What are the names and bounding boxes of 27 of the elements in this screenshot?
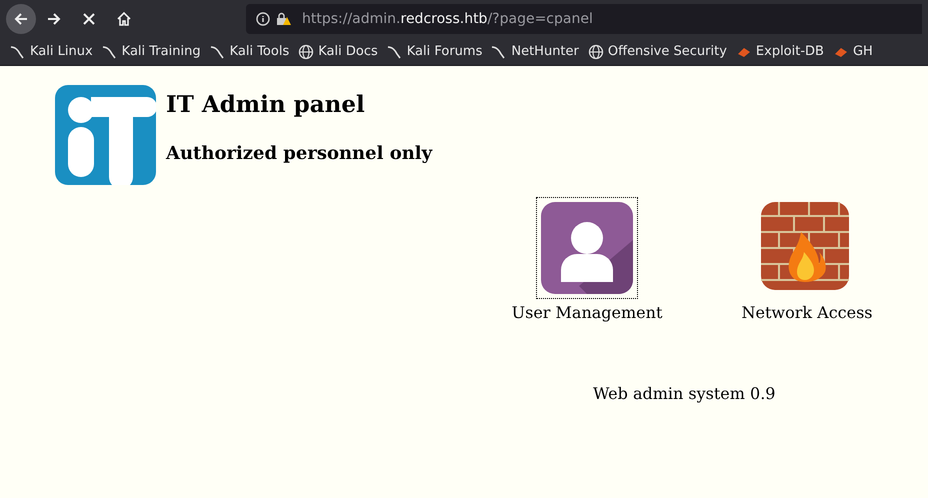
- globe-icon: [298, 44, 314, 60]
- info-icon: [256, 12, 270, 26]
- home-icon[interactable]: [116, 11, 132, 27]
- bookmark-link[interactable]: Kali Docs: [298, 42, 378, 62]
- globe-icon: [588, 44, 604, 60]
- stop-icon[interactable]: [82, 12, 96, 26]
- back-button[interactable]: [6, 4, 36, 34]
- page-title: IT Admin panel: [166, 90, 366, 120]
- app-link[interactable]: [537, 198, 637, 298]
- url-text: https://admin.redcross.htb/?page=cpanel: [302, 10, 593, 28]
- bookmark-link[interactable]: Offensive Security: [588, 42, 727, 62]
- insecure-lock-icon: [276, 12, 292, 26]
- back-icon: [13, 11, 29, 27]
- bookmark-link[interactable]: Kali Training: [102, 42, 201, 62]
- bookmark-link[interactable]: Kali Linux: [10, 42, 93, 62]
- page-subtitle: Authorized personnel only: [166, 142, 432, 166]
- bookmark-link[interactable]: Kali Tools: [210, 42, 290, 62]
- app-label[interactable]: User Management: [512, 301, 662, 325]
- app-label[interactable]: Network Access: [741, 301, 873, 325]
- address-bar[interactable]: https://admin.redcross.htb/?page=cpanel: [246, 4, 922, 34]
- bookmark-link[interactable]: Kali Forums: [386, 42, 482, 62]
- user-icon: [539, 200, 635, 296]
- forward-icon[interactable]: [46, 11, 62, 27]
- bookmark-link[interactable]: Exploit-DB: [736, 42, 824, 62]
- bookmark-link[interactable]: NetHunter: [491, 42, 579, 62]
- bookmark-link[interactable]: GH: [832, 42, 873, 62]
- footer-text: Web admin system 0.9: [593, 383, 776, 405]
